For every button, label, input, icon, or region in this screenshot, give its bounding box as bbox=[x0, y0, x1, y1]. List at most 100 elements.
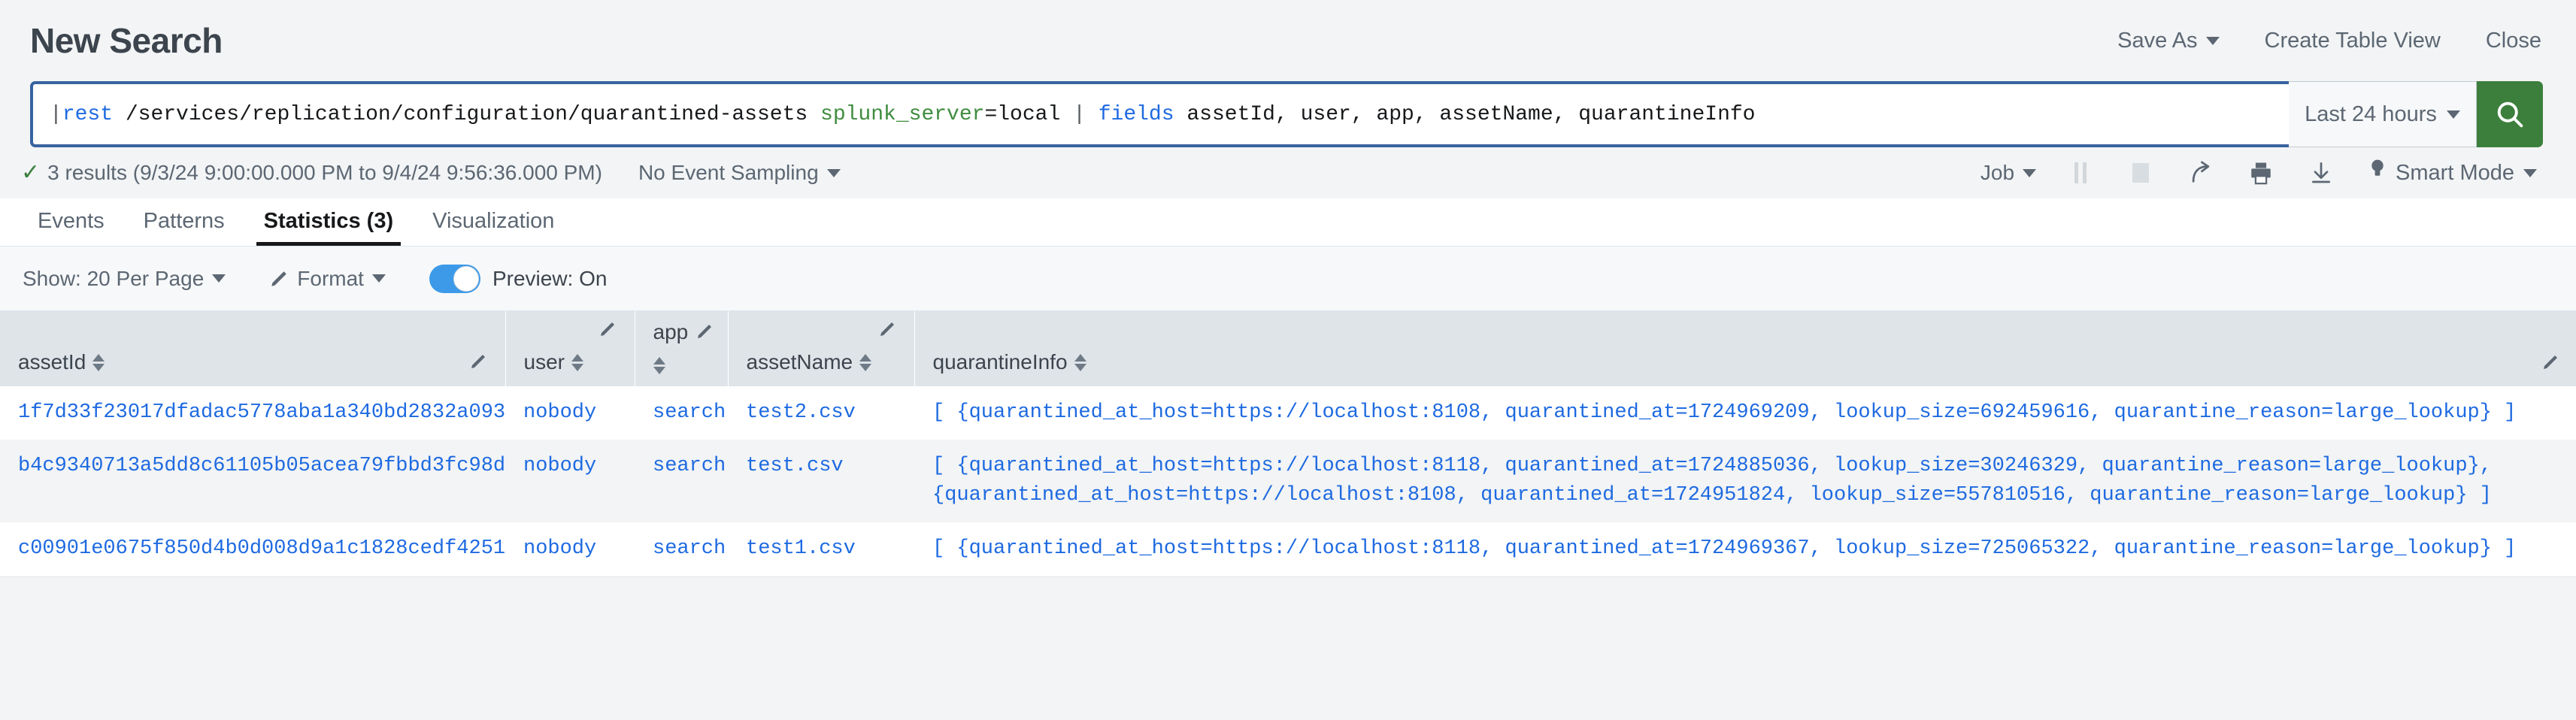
pencil-icon[interactable] bbox=[599, 320, 617, 342]
cell-app[interactable]: search bbox=[635, 522, 728, 576]
pencil-icon[interactable] bbox=[878, 320, 896, 342]
toggle-knob bbox=[453, 265, 479, 292]
job-controls: Job Smart Mode bbox=[1980, 157, 2537, 189]
tab-visualization[interactable]: Visualization bbox=[413, 209, 574, 246]
job-label: Job bbox=[1980, 161, 2015, 184]
column-header-assetname[interactable]: assetName bbox=[728, 311, 915, 386]
preview-toggle-label: Preview: On bbox=[492, 266, 608, 290]
cell-assetid[interactable]: 1f7d33f23017dfadac5778aba1a340bd2832a093 bbox=[0, 386, 505, 440]
close-label: Close bbox=[2485, 28, 2541, 53]
query-command-fields: fields bbox=[1098, 102, 1174, 126]
cell-app[interactable]: search bbox=[635, 386, 728, 440]
lightbulb-icon bbox=[2368, 157, 2387, 189]
chevron-down-icon bbox=[2523, 168, 2537, 177]
sort-arrows-icon[interactable] bbox=[92, 353, 105, 371]
cell-user[interactable]: nobody bbox=[505, 386, 635, 440]
column-header-user[interactable]: user bbox=[505, 311, 635, 386]
search-bar: |rest /services/replication/configuratio… bbox=[0, 81, 2576, 147]
sort-arrows-icon[interactable] bbox=[1074, 353, 1086, 371]
chevron-down-icon bbox=[2023, 168, 2037, 177]
query-field-list: assetId, user, app, assetName, quarantin… bbox=[1186, 102, 1756, 126]
chevron-down-icon bbox=[826, 168, 841, 177]
page-title: New Search bbox=[30, 21, 223, 60]
search-icon bbox=[2493, 98, 2526, 131]
pencil-icon[interactable] bbox=[696, 322, 714, 344]
cell-assetid[interactable]: b4c9340713a5dd8c61105b05acea79fbbd3fc98d bbox=[0, 440, 505, 522]
tab-patterns[interactable]: Patterns bbox=[124, 209, 244, 246]
search-submit-button[interactable] bbox=[2477, 81, 2543, 147]
job-dropdown[interactable]: Job bbox=[1980, 161, 2037, 185]
cell-app[interactable]: search bbox=[635, 440, 728, 522]
column-header-app[interactable]: app bbox=[635, 311, 729, 386]
sort-arrows-icon[interactable] bbox=[571, 353, 583, 371]
cell-assetname[interactable]: test.csv bbox=[728, 440, 914, 522]
tab-statistics[interactable]: Statistics (3) bbox=[244, 209, 413, 246]
table-header: assetId user app assetName quarantineInf… bbox=[0, 311, 2576, 386]
save-as-label: Save As bbox=[2117, 28, 2198, 53]
save-as-button[interactable]: Save As bbox=[2117, 28, 2220, 53]
create-table-view-label: Create Table View bbox=[2264, 28, 2441, 53]
result-count-text: 3 results (9/3/24 9:00:00.000 PM to 9/4/… bbox=[47, 161, 602, 184]
search-input[interactable]: |rest /services/replication/configuratio… bbox=[30, 81, 2289, 147]
share-icon[interactable] bbox=[2185, 157, 2217, 189]
stop-icon[interactable] bbox=[2125, 157, 2156, 189]
cell-assetname[interactable]: test2.csv bbox=[728, 386, 914, 440]
create-table-view-button[interactable]: Create Table View bbox=[2265, 29, 2441, 53]
table-body: 1f7d33f23017dfadac5778aba1a340bd2832a093… bbox=[0, 386, 2576, 577]
query-pipe-2: | bbox=[1073, 102, 1086, 126]
preview-toggle[interactable]: Preview: On bbox=[429, 264, 608, 293]
search-mode-dropdown[interactable]: Smart Mode bbox=[2368, 157, 2537, 189]
quarantine-entry: [ {quarantined_at_host=https://localhost… bbox=[932, 401, 2517, 424]
cell-assetid[interactable]: c00901e0675f850d4b0d008d9a1c1828cedf4251 bbox=[0, 522, 505, 576]
per-page-dropdown[interactable]: Show: 20 Per Page bbox=[23, 267, 226, 291]
sort-arrows-icon[interactable] bbox=[859, 353, 872, 371]
pause-icon[interactable] bbox=[2065, 157, 2096, 189]
table-toolbar: Show: 20 Per Page Format Preview: On bbox=[0, 247, 2576, 311]
export-icon[interactable] bbox=[2305, 157, 2337, 189]
close-button[interactable]: Close bbox=[2486, 29, 2541, 53]
event-sampling-dropdown[interactable]: No Event Sampling bbox=[638, 161, 841, 185]
cell-quarantineinfo[interactable]: [ {quarantined_at_host=https://localhost… bbox=[914, 386, 2576, 440]
check-icon: ✓ bbox=[21, 160, 41, 185]
cell-assetname[interactable]: test1.csv bbox=[728, 522, 914, 576]
chevron-down-icon bbox=[371, 274, 386, 283]
quarantine-entry: [ {quarantined_at_host=https://localhost… bbox=[932, 537, 2517, 561]
format-dropdown[interactable]: Format bbox=[269, 267, 386, 291]
pencil-icon[interactable] bbox=[2541, 353, 2559, 375]
cell-quarantineinfo[interactable]: [ {quarantined_at_host=https://localhost… bbox=[914, 522, 2576, 576]
column-header-assetid[interactable]: assetId bbox=[0, 311, 506, 386]
cell-quarantineinfo[interactable]: [ {quarantined_at_host=https://localhost… bbox=[914, 440, 2576, 522]
quarantine-entry: [ {quarantined_at_host=https://localhost… bbox=[932, 455, 2492, 478]
search-query-text: |rest /services/replication/configuratio… bbox=[50, 103, 1755, 126]
time-range-picker[interactable]: Last 24 hours bbox=[2289, 81, 2477, 147]
query-arg-key: splunk_server bbox=[820, 102, 985, 126]
results-tabs: Events Patterns Statistics (3) Visualiza… bbox=[0, 198, 2576, 247]
query-pipe-1: | bbox=[50, 102, 62, 126]
query-path: /services/replication/configuration/quar… bbox=[125, 102, 808, 126]
header-actions: Save As Create Table View Close bbox=[2117, 29, 2541, 53]
tab-events[interactable]: Events bbox=[18, 209, 124, 246]
event-sampling-label: No Event Sampling bbox=[638, 161, 819, 184]
quarantine-entry: {quarantined_at_host=https://localhost:8… bbox=[932, 484, 2492, 507]
format-label: Format bbox=[297, 266, 364, 290]
cell-user[interactable]: nobody bbox=[505, 522, 635, 576]
page-header: New Search Save As Create Table View Clo… bbox=[0, 0, 2576, 81]
print-icon[interactable] bbox=[2245, 157, 2277, 189]
per-page-label: Show: 20 Per Page bbox=[23, 266, 205, 290]
column-header-user-label: user bbox=[523, 350, 565, 374]
table-row: b4c9340713a5dd8c61105b05acea79fbbd3fc98d… bbox=[0, 440, 2576, 523]
column-header-assetname-label: assetName bbox=[746, 350, 853, 374]
table-row: 1f7d33f23017dfadac5778aba1a340bd2832a093… bbox=[0, 386, 2576, 440]
pencil-icon bbox=[269, 269, 289, 289]
sort-arrows-icon[interactable] bbox=[653, 357, 665, 374]
column-header-app-label: app bbox=[653, 320, 689, 343]
search-mode-label: Smart Mode bbox=[2396, 160, 2514, 185]
pencil-icon[interactable] bbox=[469, 352, 487, 374]
table-header-row: assetId user app assetName quarantineInf… bbox=[0, 311, 2576, 386]
cell-user[interactable]: nobody bbox=[505, 440, 635, 522]
time-range-label: Last 24 hours bbox=[2305, 101, 2437, 126]
column-header-assetid-label: assetId bbox=[18, 350, 86, 374]
column-header-quarantineinfo[interactable]: quarantineInfo bbox=[914, 311, 2576, 386]
column-header-quarantineinfo-label: quarantineInfo bbox=[932, 350, 1068, 374]
table-row: c00901e0675f850d4b0d008d9a1c1828cedf4251… bbox=[0, 522, 2576, 577]
